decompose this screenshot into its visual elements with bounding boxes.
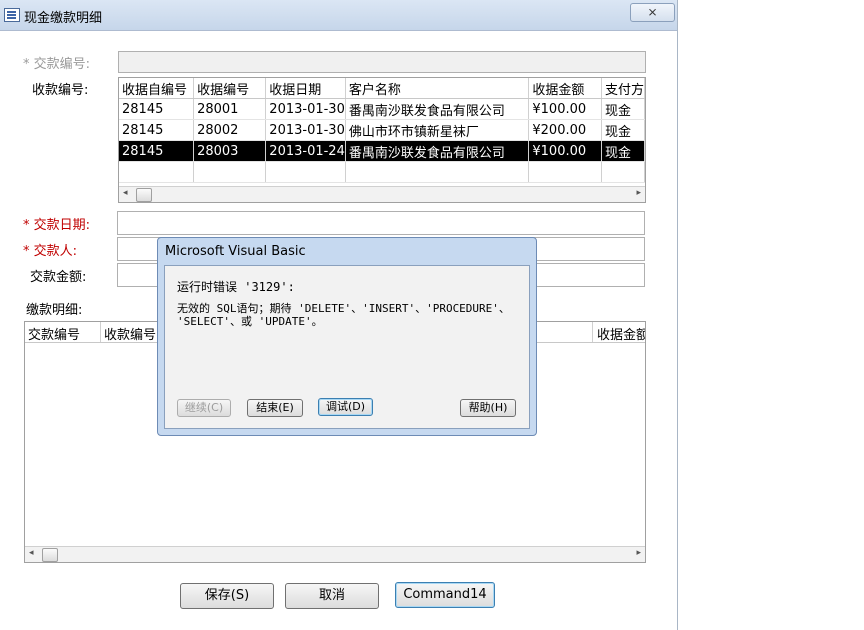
column-header: 收据金额 bbox=[528, 78, 602, 99]
column-header: 客户名称 bbox=[345, 78, 530, 99]
receipt-listbox[interactable]: 收据自编号 收据编号 收据日期 客户名称 收据金额 支付方 28145 2800… bbox=[118, 77, 646, 203]
command14-button[interactable]: Command14 bbox=[395, 582, 495, 608]
error-dialog: Microsoft Visual Basic 运行时错误 '3129': 无效的… bbox=[157, 237, 537, 436]
receipt-no-label: 收款编号: bbox=[32, 83, 89, 98]
save-button[interactable]: 保存(S) bbox=[180, 583, 274, 609]
table-cell: 现金 bbox=[601, 98, 645, 120]
table-row-empty bbox=[119, 161, 645, 183]
scroll-thumb[interactable] bbox=[42, 548, 58, 562]
details-label: 缴款明细: bbox=[26, 303, 83, 318]
table-cell: 28145 bbox=[119, 140, 195, 162]
window-title: 现金缴款明细 bbox=[24, 11, 103, 26]
form-icon bbox=[4, 8, 20, 22]
scroll-left-icon[interactable]: ◂ bbox=[123, 188, 128, 198]
title-bar: 现金缴款明细 ⨯ bbox=[0, 0, 677, 31]
column-header: 收据编号 bbox=[193, 78, 267, 99]
table-cell: 28145 bbox=[119, 119, 195, 141]
table-cell: 佛山市环市镇新星袜厂 bbox=[345, 119, 530, 141]
table-cell: ¥100.00 bbox=[528, 98, 602, 120]
error-message: 无效的 SQL语句；期待 'DELETE'、'INSERT'、'PROCEDUR… bbox=[177, 302, 510, 328]
table-cell: 28001 bbox=[193, 98, 267, 120]
end-button[interactable]: 结束(E) bbox=[247, 399, 303, 417]
table-cell: ¥200.00 bbox=[528, 119, 602, 141]
table-cell: 2013-01-30 bbox=[265, 119, 346, 141]
column-header: 交款编号 bbox=[28, 328, 81, 343]
column-header: 收据自编号 bbox=[119, 78, 195, 99]
dialog-title: Microsoft Visual Basic bbox=[165, 244, 306, 259]
pay-date-field[interactable] bbox=[117, 211, 645, 235]
scroll-right-icon[interactable]: ▸ bbox=[636, 548, 641, 558]
table-cell: 番禺南沙联发食品有限公司 bbox=[345, 98, 530, 120]
scroll-right-icon[interactable]: ▸ bbox=[636, 188, 641, 198]
table-cell: 2013-01-30 bbox=[265, 98, 346, 120]
debug-button[interactable]: 调试(D) bbox=[318, 398, 373, 416]
table-cell: 现金 bbox=[601, 119, 645, 141]
column-header: 收据金额 bbox=[597, 328, 645, 343]
column-header: 收据日期 bbox=[265, 78, 346, 99]
table-cell: 2013-01-24 bbox=[265, 140, 346, 162]
horizontal-scrollbar[interactable]: ◂ ▸ bbox=[25, 546, 645, 562]
horizontal-scrollbar[interactable]: ◂ ▸ bbox=[119, 186, 645, 202]
receipt-header-row: 收据自编号 收据编号 收据日期 客户名称 收据金额 支付方 bbox=[119, 78, 645, 99]
table-cell: 28145 bbox=[119, 98, 195, 120]
column-header: 收款编号 bbox=[104, 328, 157, 343]
table-cell: ¥100.00 bbox=[528, 140, 602, 162]
amount-label: 交款金额: bbox=[30, 270, 87, 285]
table-row[interactable]: 28145 28002 2013-01-30 佛山市环市镇新星袜厂 ¥200.0… bbox=[119, 119, 645, 141]
table-row[interactable]: 28145 28001 2013-01-30 番禺南沙联发食品有限公司 ¥100… bbox=[119, 98, 645, 120]
continue-button[interactable]: 继续(C) bbox=[177, 399, 231, 417]
cancel-button[interactable]: 取消 bbox=[285, 583, 379, 609]
dialog-body: 运行时错误 '3129': 无效的 SQL语句；期待 'DELETE'、'INS… bbox=[164, 265, 530, 429]
close-icon[interactable]: ⨯ bbox=[630, 3, 675, 22]
error-code-line: 运行时错误 '3129': bbox=[177, 280, 295, 294]
payment-no-field[interactable] bbox=[118, 51, 646, 73]
table-row-selected[interactable]: 28145 28003 2013-01-24 番禺南沙联发食品有限公司 ¥100… bbox=[119, 140, 645, 162]
payment-no-label: * 交款编号: bbox=[23, 57, 91, 72]
column-header: 支付方 bbox=[601, 78, 645, 99]
table-cell: 番禺南沙联发食品有限公司 bbox=[345, 140, 530, 162]
table-cell: 现金 bbox=[601, 140, 645, 162]
scroll-left-icon[interactable]: ◂ bbox=[29, 548, 34, 558]
table-cell: 28002 bbox=[193, 119, 267, 141]
table-cell: 28003 bbox=[193, 140, 267, 162]
payer-label: * 交款人: bbox=[23, 244, 78, 259]
scroll-thumb[interactable] bbox=[136, 188, 152, 202]
help-button[interactable]: 帮助(H) bbox=[460, 399, 516, 417]
pay-date-label: * 交款日期: bbox=[23, 218, 91, 233]
